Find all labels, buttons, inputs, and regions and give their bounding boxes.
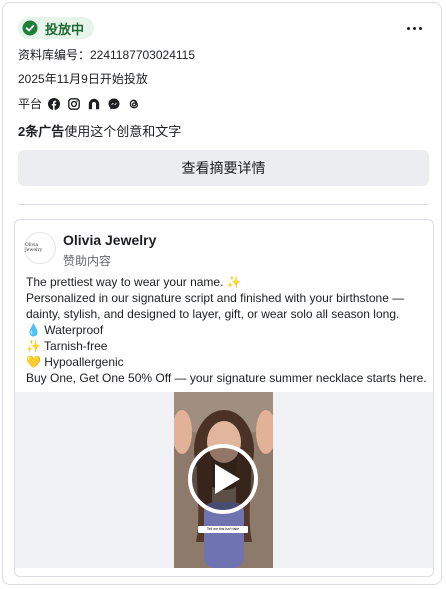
view-summary-details-button[interactable]: 查看摘要详情: [18, 150, 429, 186]
facebook-icon: [48, 97, 61, 110]
platforms-row: 平台: [18, 95, 148, 112]
advertiser-avatar[interactable]: Olivia Jewelry: [24, 232, 56, 264]
ads-count-text: 2条广告使用这个创意和文字: [18, 121, 181, 140]
video-caption: Tell me this isn't fake: [198, 526, 248, 533]
advertiser-name[interactable]: Olivia Jewelry: [63, 232, 156, 248]
ad-body-line: 💧 Waterproof: [26, 323, 104, 337]
ad-body-line: 💛 Hypoallergenic: [26, 355, 124, 369]
ads-count: 2条广告: [18, 124, 65, 139]
divider: [18, 204, 429, 205]
play-icon[interactable]: [188, 444, 258, 514]
ad-library-card: 投放中 资料库编号：2241187703024115 2025年11月9日开始投…: [2, 2, 442, 585]
ad-media: Tell me this isn't fake: [15, 392, 433, 568]
ad-body-line: ✨ Tarnish-free: [26, 339, 108, 353]
check-circle-icon: [22, 20, 38, 36]
threads-icon: [129, 99, 139, 108]
audience-network-icon: [88, 98, 100, 109]
platform-label: 平台: [18, 97, 43, 111]
start-date: 2025年11月9日开始投放: [18, 72, 148, 86]
more-horizontal-icon: [406, 26, 410, 30]
ads-count-suffix: 使用这个创意和文字: [64, 124, 182, 139]
instagram-icon: [68, 97, 80, 110]
ad-preview-card: Olivia Jewelry Olivia Jewelry 赞助内容 The p…: [14, 219, 434, 577]
ad-body-line: dainty, stylish, and designed to layer, …: [26, 307, 400, 321]
ad-body-line: The prettiest way to wear your name. ✨: [26, 275, 242, 289]
status-badge: 投放中: [18, 17, 95, 39]
library-id: 资料库编号：2241187703024115: [18, 48, 196, 62]
status-label: 投放中: [45, 21, 85, 37]
ad-body-text: The prettiest way to wear your name. ✨ P…: [26, 274, 427, 386]
ad-body-line: Buy One, Get One 50% Off — your signatur…: [26, 371, 427, 385]
more-options-button[interactable]: [403, 17, 425, 39]
sponsored-label: 赞助内容: [63, 254, 112, 268]
ad-body-line: Personalized in our signature script and…: [26, 291, 405, 305]
messenger-icon: [108, 98, 120, 110]
